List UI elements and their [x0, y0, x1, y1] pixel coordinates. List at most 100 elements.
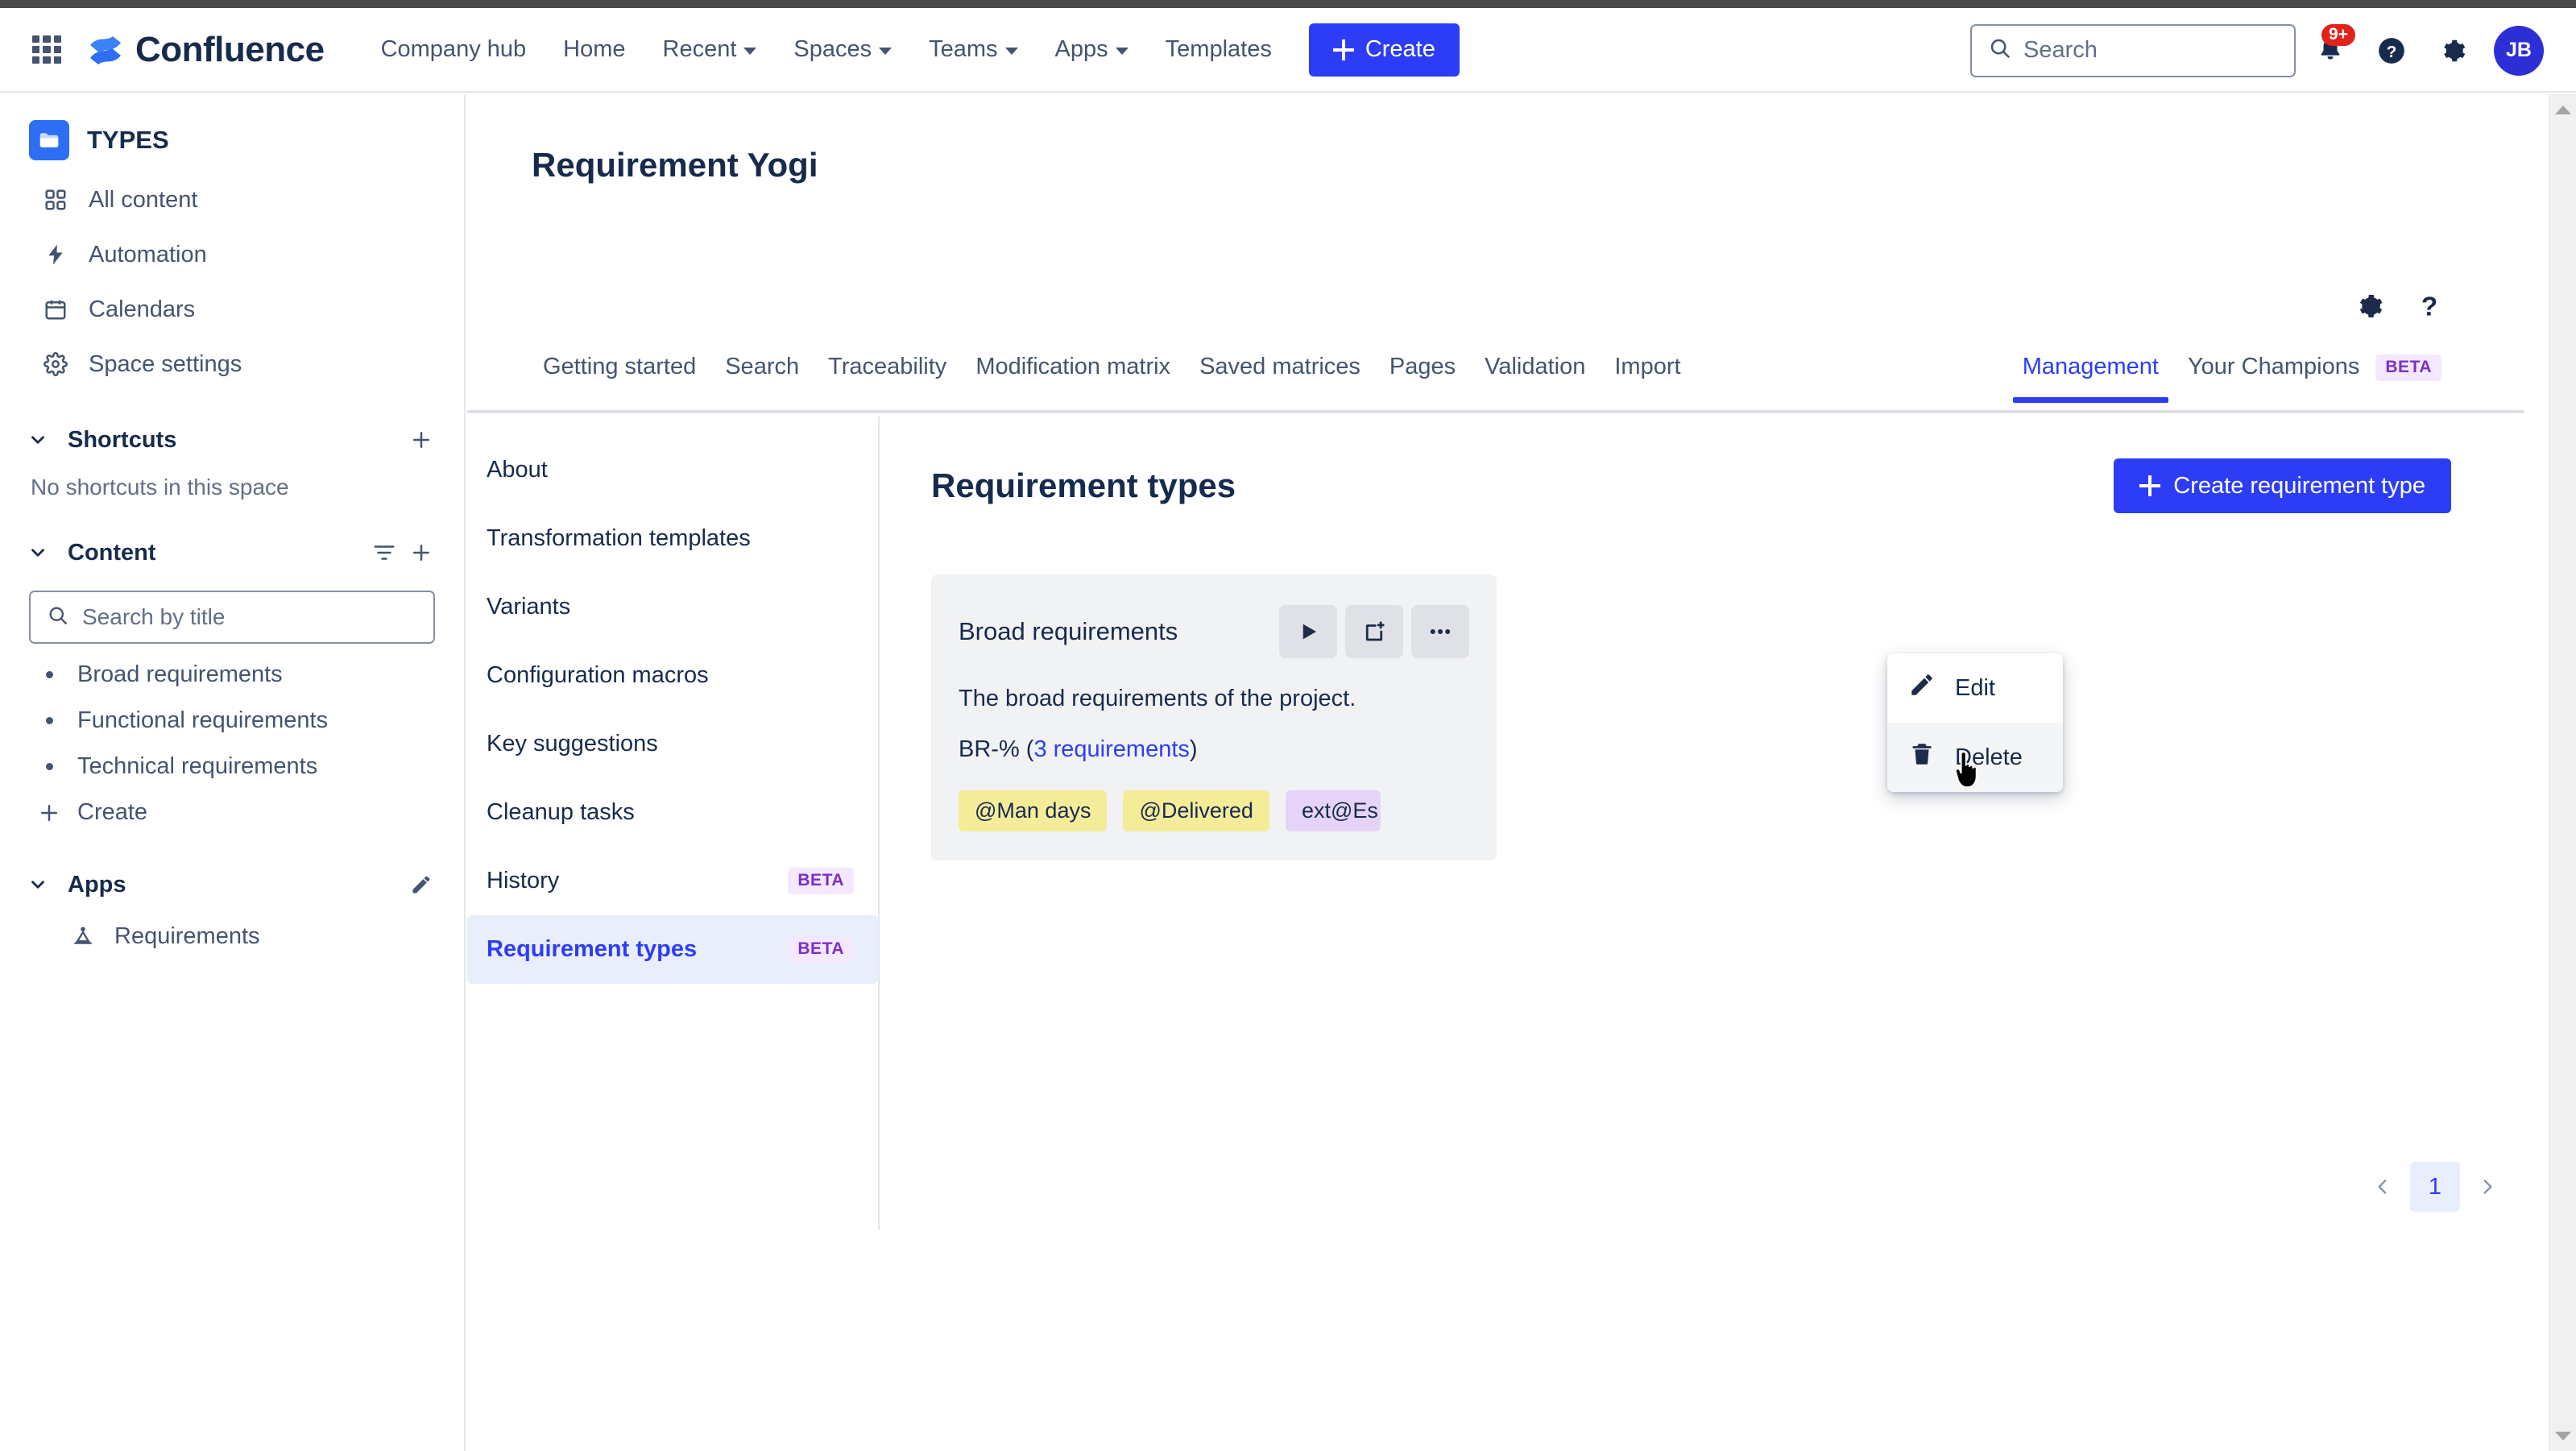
create-requirement-type-button[interactable]: Create requirement type [2114, 458, 2451, 513]
tab-pages[interactable]: Pages [1375, 350, 1470, 400]
page-tree-item-broad-requirements[interactable]: Broad requirements [11, 652, 453, 698]
card-key-paren-close: ) [1189, 736, 1198, 762]
tab-saved-matrices[interactable]: Saved matrices [1185, 350, 1375, 400]
tab-label: Your Champions [2187, 354, 2360, 379]
tab-your-champions[interactable]: Your Champions BETA [2173, 350, 2456, 400]
subnav-item-variants[interactable]: Variants [467, 573, 878, 641]
page-tree-item-technical-requirements[interactable]: Technical requirements [11, 744, 453, 790]
scroll-down-arrow-icon[interactable] [2549, 1422, 2576, 1449]
filter-icon[interactable] [366, 534, 403, 571]
card-key-paren-open: ( [1019, 736, 1034, 762]
grid-apps-icon[interactable] [31, 34, 63, 66]
confluence-home-link[interactable]: Confluence [87, 30, 325, 70]
yoga-figure-icon [68, 921, 98, 951]
pagination: 1 20 items per page [2360, 1158, 2524, 1216]
user-avatar[interactable]: JB [2494, 25, 2544, 76]
content-search-box[interactable] [29, 591, 435, 644]
sidebar-app-requirements[interactable]: Requirements [11, 911, 453, 961]
notifications-button[interactable]: 9+ [2304, 23, 2357, 77]
context-menu-item-edit[interactable]: Edit [1887, 653, 2063, 723]
new-page-icon[interactable] [1345, 605, 1403, 658]
card-title: Broad requirements [959, 617, 1178, 645]
subnav-item-requirement-types[interactable]: Requirement types BETA [467, 915, 878, 984]
card-context-menu: Edit Delete [1887, 653, 2063, 792]
tab-modification-matrix[interactable]: Modification matrix [961, 350, 1185, 400]
nav-link-label: Templates [1165, 36, 1272, 62]
tab-search[interactable]: Search [710, 350, 814, 400]
card-tag[interactable]: @Man days [959, 790, 1108, 831]
card-requirements-link[interactable]: 3 requirements [1033, 736, 1189, 762]
run-play-icon[interactable] [1279, 605, 1337, 658]
global-nav-right: 9+ ? JB [1970, 8, 2544, 93]
card-tag[interactable]: ext@Es [1285, 790, 1381, 831]
card-key-line: BR-% (3 requirements) [959, 736, 1469, 763]
card-tags: @Man days @Delivered ext@Es [959, 790, 1469, 831]
space-folder-icon [29, 120, 69, 160]
sidebar-item-calendars[interactable]: Calendars [11, 283, 453, 336]
card-tag[interactable]: @Delivered [1123, 790, 1269, 831]
subnav-item-label: Requirement types [487, 936, 698, 962]
chevron-right-icon[interactable] [2465, 1164, 2510, 1209]
content-search-input[interactable] [82, 604, 417, 630]
sidebar-item-automation[interactable]: Automation [11, 228, 453, 281]
page-tree-item-functional-requirements[interactable]: Functional requirements [11, 698, 453, 744]
chevron-down-icon[interactable] [19, 866, 56, 903]
sidebar-item-all-content[interactable]: All content [11, 173, 453, 226]
chevron-down-icon [879, 48, 892, 55]
sidebar-item-space-settings[interactable]: Space settings [11, 338, 453, 391]
nav-link-home[interactable]: Home [547, 25, 641, 74]
tab-getting-started[interactable]: Getting started [528, 350, 710, 400]
nav-link-spaces[interactable]: Spaces [777, 25, 908, 74]
tab-validation[interactable]: Validation [1470, 350, 1600, 400]
scroll-up-arrow-icon[interactable] [2549, 96, 2576, 123]
tab-label: Management [2022, 354, 2159, 379]
nav-link-company-hub[interactable]: Company hub [365, 25, 543, 74]
create-button[interactable]: Create [1308, 23, 1460, 77]
pencil-icon[interactable] [403, 866, 440, 903]
pane-title: Requirement types [931, 466, 1236, 504]
global-nav-links: Company hub Home Recent Spaces Teams App… [365, 25, 1288, 74]
vertical-scrollbar[interactable] [2549, 94, 2576, 1451]
pagination-page-1[interactable]: 1 [2410, 1162, 2460, 1212]
chevron-down-icon [743, 48, 757, 55]
sidebar-create-page-button[interactable]: Create [11, 790, 453, 835]
tab-management[interactable]: Management [2008, 350, 2173, 403]
help-button[interactable]: ? [2365, 24, 2418, 77]
context-menu-item-delete[interactable]: Delete [1887, 723, 2063, 792]
tab-traceability[interactable]: Traceability [814, 350, 961, 400]
gear-icon[interactable] [2346, 284, 2390, 328]
subnav-item-configuration-macros[interactable]: Configuration macros [467, 641, 878, 710]
nav-link-templates[interactable]: Templates [1149, 25, 1288, 74]
nav-link-label: Home [563, 36, 626, 62]
add-shortcut-icon[interactable] [403, 421, 440, 458]
subnav-item-transformation-templates[interactable]: Transformation templates [467, 504, 878, 573]
global-search-box[interactable] [1970, 23, 2296, 77]
nav-link-teams[interactable]: Teams [913, 25, 1033, 74]
nav-link-apps[interactable]: Apps [1039, 25, 1145, 74]
more-options-icon[interactable] [1411, 605, 1469, 658]
chevron-down-icon[interactable] [19, 534, 56, 571]
subnav-item-history[interactable]: History BETA [467, 847, 878, 915]
settings-gear-button[interactable] [2426, 24, 2479, 77]
chevron-down-icon [1004, 48, 1018, 55]
tab-import[interactable]: Import [1600, 350, 1695, 400]
bullet-icon [35, 717, 63, 724]
plus-icon [1332, 39, 1354, 60]
space-header[interactable]: TYPES [0, 109, 464, 172]
sidebar-item-label: Automation [89, 241, 207, 267]
nav-link-recent[interactable]: Recent [647, 25, 773, 74]
svg-text:?: ? [2387, 42, 2397, 60]
card-description: The broad requirements of the project. [959, 686, 1356, 711]
question-mark-icon[interactable]: ? [2408, 284, 2451, 328]
card-actions [1279, 605, 1469, 658]
chevron-left-icon[interactable] [2360, 1164, 2405, 1209]
chevron-down-icon[interactable] [19, 421, 56, 458]
svg-text:?: ? [2421, 292, 2437, 322]
search-input[interactable] [2023, 37, 2278, 64]
chevron-down-icon [1115, 48, 1129, 55]
management-subnav: About Transformation templates Variants … [467, 417, 880, 1230]
add-content-icon[interactable] [403, 534, 440, 571]
subnav-item-cleanup-tasks[interactable]: Cleanup tasks [467, 778, 878, 847]
subnav-item-key-suggestions[interactable]: Key suggestions [467, 710, 878, 778]
subnav-item-about[interactable]: About [467, 436, 878, 504]
